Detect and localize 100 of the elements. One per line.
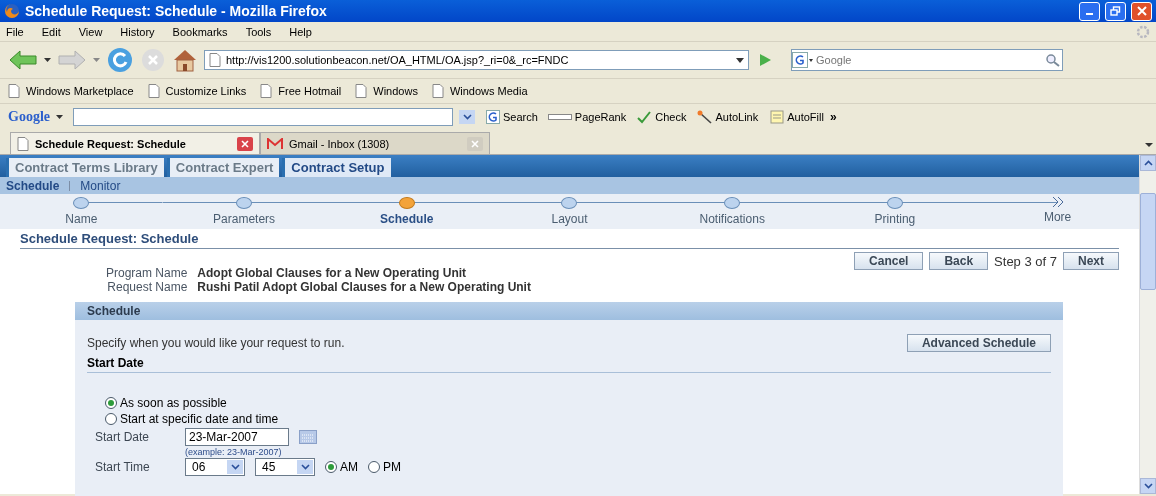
step-label[interactable]: More [1043, 208, 1072, 224]
bookmark-link[interactable]: Windows Media [449, 85, 528, 97]
field-label: Start Time [95, 460, 151, 474]
instruction-text: Specify when you would like your request to run. [87, 336, 345, 350]
toolbar-button[interactable]: AutoLink [715, 111, 759, 123]
dropdown-caret-icon[interactable] [736, 57, 744, 63]
toolbar-button[interactable]: AutoFill [787, 111, 824, 123]
section-header: Schedule [75, 302, 1063, 320]
dropdown-caret-icon[interactable] [56, 115, 63, 119]
radio-button[interactable] [325, 461, 337, 473]
hint-text: (example: 23-Mar-2007) [185, 447, 283, 457]
more-arrow-icon[interactable] [1050, 196, 1065, 208]
restore-button[interactable] [1105, 1, 1126, 21]
search-box[interactable]: Google [791, 49, 1063, 71]
page-icon [17, 136, 29, 151]
step-dot[interactable] [398, 197, 415, 209]
subtab-link[interactable]: Schedule [6, 178, 60, 193]
firefox-logo-icon [4, 3, 20, 19]
close-icon[interactable] [1136, 6, 1147, 16]
field-value: Rushi Patil Adopt Global Clauses for a New Operating Unit [197, 280, 531, 294]
more-chevron[interactable]: » [829, 110, 837, 124]
step-label[interactable]: Parameters [213, 210, 276, 226]
bookmark-link[interactable]: Customize Links [165, 85, 247, 97]
home-icon[interactable] [172, 48, 198, 72]
app-tab[interactable]: Contract Setup [282, 158, 391, 177]
page-icon [431, 84, 444, 98]
window-title: Schedule Request: Schedule - Mozilla Firefox [25, 3, 328, 19]
search-icon[interactable] [1044, 53, 1062, 67]
google-g-icon [792, 52, 814, 68]
app-tab[interactable]: Contract Expert [166, 158, 280, 177]
menu-item[interactable]: History [120, 25, 155, 38]
next-button[interactable]: Next [1063, 252, 1119, 270]
step-dot[interactable] [236, 197, 253, 209]
close-button[interactable] [1131, 1, 1152, 21]
page-title: Schedule Request: Schedule [20, 229, 1119, 249]
toolbar-button[interactable]: PageRank [574, 111, 627, 123]
menu-item[interactable]: Help [289, 25, 312, 38]
chevron-down-icon[interactable] [462, 114, 472, 120]
chevron-down-icon[interactable] [1143, 483, 1153, 489]
page-icon [209, 53, 221, 67]
reload-icon[interactable] [106, 47, 134, 73]
page-icon [260, 84, 273, 98]
app-tab[interactable]: Contract Terms Library [6, 158, 164, 177]
chevron-up-icon[interactable] [1143, 160, 1153, 166]
step-dot[interactable] [561, 197, 578, 209]
field-label: Request Name [106, 280, 188, 294]
bookmark-link[interactable]: Free Hotmail [278, 85, 342, 97]
menu-item[interactable]: Tools [245, 25, 272, 38]
radio-button[interactable] [105, 413, 117, 425]
step-label[interactable]: Layout [551, 210, 588, 226]
advanced-schedule-button[interactable]: Advanced Schedule [906, 334, 1051, 352]
page-icon [355, 84, 368, 98]
step-label[interactable]: Printing [874, 210, 916, 226]
menu-item[interactable]: File [6, 25, 24, 38]
radio-label[interactable]: As soon as possible [120, 396, 227, 410]
dropdown-caret-icon[interactable] [44, 58, 51, 62]
address-field[interactable]: http://vis1200.solutionbeacon.net/OA_HTML/OA.jsp?_ri=0&_rc=FNDC [204, 50, 749, 70]
field-label: Program Name [106, 266, 188, 280]
subtab-link[interactable]: Monitor [80, 178, 121, 193]
page-icon [8, 84, 20, 98]
spell-check-icon [636, 110, 653, 124]
step-label[interactable]: Schedule [380, 210, 434, 226]
restore-icon[interactable] [1110, 6, 1121, 16]
toolbar-search-field[interactable] [73, 108, 453, 126]
radio-label[interactable]: AM [340, 460, 358, 474]
step-label[interactable]: Notifications [699, 210, 765, 226]
menu-item[interactable]: Edit [41, 25, 61, 38]
minimize-button[interactable] [1079, 1, 1100, 21]
chevron-down-icon[interactable] [230, 464, 240, 470]
gmail-icon [267, 137, 283, 150]
bookmark-link[interactable]: Windows [373, 85, 418, 97]
magic-wand-icon [696, 110, 713, 124]
toolbar-button[interactable]: Search [503, 111, 538, 123]
toolbar-button[interactable]: Check [655, 111, 687, 123]
cancel-button[interactable]: Cancel [854, 252, 924, 270]
browser-tab[interactable]: Schedule Request: Schedule [10, 132, 260, 154]
browser-tab[interactable]: Gmail - Inbox (1308) [260, 132, 490, 154]
step-dot[interactable] [73, 197, 90, 209]
hour-select[interactable]: 06 [185, 458, 245, 476]
date-field[interactable]: 23-Mar-2007 [185, 428, 289, 446]
menu-item[interactable]: View [78, 25, 103, 38]
google-logo[interactable]: Google [8, 109, 50, 125]
subsection-header: Start Date [87, 352, 1051, 373]
page-icon [147, 84, 160, 98]
radio-button[interactable] [368, 461, 380, 473]
radio-label[interactable]: PM [383, 460, 401, 474]
close-tab-icon[interactable] [237, 136, 253, 151]
field-label: Start Date [95, 430, 151, 444]
back-arrow-icon[interactable] [8, 50, 38, 70]
menu-item[interactable]: Bookmarks [172, 25, 228, 38]
bookmark-link[interactable]: Windows Marketplace [26, 85, 134, 97]
radio-button[interactable] [105, 397, 117, 409]
radio-label[interactable]: Start at specific date and time [120, 412, 279, 426]
back-button[interactable]: Back [929, 252, 989, 270]
step-label[interactable]: Name [65, 210, 98, 226]
minute-select[interactable]: 45 [255, 458, 315, 476]
scrollbar[interactable] [1139, 155, 1156, 494]
step-dot[interactable] [724, 197, 741, 209]
step-dot[interactable] [886, 197, 903, 209]
chevron-down-icon[interactable] [300, 464, 310, 470]
